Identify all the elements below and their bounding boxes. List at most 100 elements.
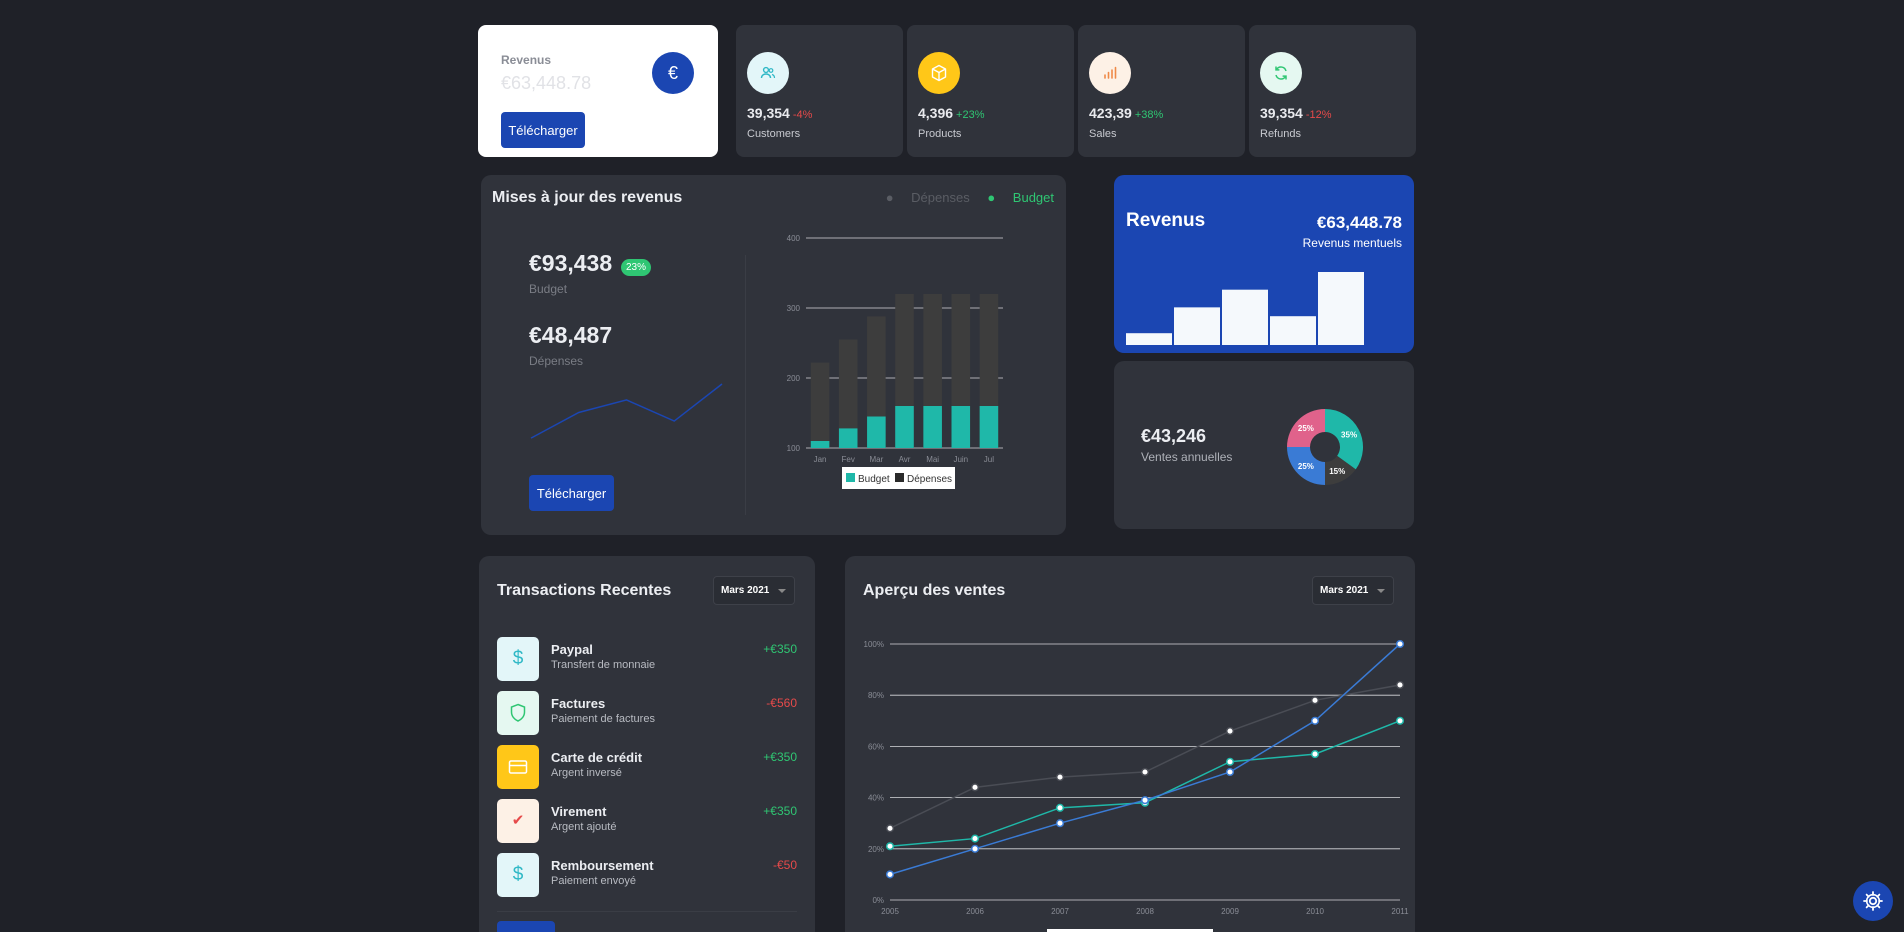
- monthly-revenue-title: Revenus: [1126, 210, 1206, 231]
- x-tick-label: 2010: [1306, 907, 1324, 916]
- series-point: [1225, 767, 1235, 777]
- y-tick-label: 300: [787, 304, 801, 313]
- transaction-item[interactable]: $ Paypal Transfert de monnaie +€350: [497, 637, 797, 681]
- revenue-updates-title: Mises à jour des revenus: [492, 189, 683, 206]
- monthly-revenue-subtitle: Revenus mentuels: [1302, 236, 1402, 250]
- check-icon: ✔: [497, 799, 539, 843]
- y-tick-label: 20%: [868, 845, 884, 854]
- series-point: [1395, 639, 1405, 649]
- series-point: [1395, 680, 1405, 690]
- transaction-name: Factures: [551, 696, 606, 711]
- stat-change: +38%: [1134, 109, 1164, 121]
- legend-label-expenses: Dépenses: [907, 474, 952, 485]
- bar-budget: [979, 406, 999, 448]
- recent-transactions-card: Transactions Recentes Mars 2021 $ Paypal…: [479, 556, 815, 932]
- transaction-item[interactable]: Carte de crédit Argent inversé +€350: [497, 745, 797, 789]
- period-select[interactable]: Mars 2021: [713, 576, 795, 605]
- revenue-bar: [1318, 272, 1364, 345]
- transaction-item[interactable]: $ Remboursement Paiement envoyé -€50: [497, 853, 797, 897]
- transaction-amount: +€350: [763, 642, 797, 656]
- series-point: [885, 842, 895, 851]
- shield-icon: [497, 691, 539, 735]
- overview-title: Aperçu des ventes: [863, 582, 1006, 599]
- dollar-icon: $: [497, 637, 539, 681]
- sparkline: [530, 383, 723, 439]
- transaction-amount: -€50: [772, 858, 797, 872]
- stat-change: +23%: [956, 109, 985, 121]
- sales-overview-card: Aperçu des ventes Mars 2021 0% 20% 40% 60% 8…: [845, 556, 1415, 932]
- series-point: [1395, 716, 1405, 725]
- y-tick-label: 80%: [868, 691, 884, 700]
- transaction-name: Remboursement: [551, 858, 654, 873]
- bar-budget: [895, 406, 914, 448]
- x-tick-label: 2006: [966, 907, 984, 916]
- stat-value: 39,354 -12%: [1260, 105, 1332, 121]
- annual-sales-label: Ventes annuelles: [1141, 450, 1233, 464]
- stat-label: Products: [918, 128, 962, 140]
- revenue-updates-card: Mises à jour des revenus ● Dépenses ● Bu…: [481, 175, 1066, 535]
- stat-label: Sales: [1089, 128, 1117, 140]
- y-tick-label: 60%: [868, 742, 884, 751]
- x-tick-label: 2007: [1051, 907, 1069, 916]
- gear-icon[interactable]: [1853, 881, 1893, 921]
- transaction-desc: Argent ajouté: [551, 821, 617, 833]
- transaction-name: Carte de crédit: [551, 750, 643, 765]
- transaction-amount: +€350: [763, 750, 797, 764]
- stat-value: 423,39 +38%: [1089, 105, 1164, 121]
- series-line: [889, 684, 1401, 829]
- y-tick-label: 200: [787, 374, 801, 383]
- x-tick-label: 2009: [1221, 907, 1239, 916]
- stat-value: 4,396 +23%: [918, 105, 985, 121]
- revenue-card: Revenus €63,448.78 € Télécharger: [478, 25, 718, 157]
- legend-swatch-expenses: [895, 473, 904, 482]
- revenue-bar-chart: 100 200 300 400 Jan Fev Mar Avr Mai Juin Jul Budget…: [787, 234, 1003, 489]
- donut-label: 25%: [1298, 462, 1314, 471]
- revenue-bar: [1174, 307, 1220, 345]
- x-tick-label: Mai: [926, 455, 939, 464]
- budget-value: €93,438: [529, 250, 613, 276]
- series-point: [1310, 750, 1320, 759]
- revenue-bar: [1270, 316, 1316, 345]
- legend-item-expenses[interactable]: ● Dépenses: [886, 190, 970, 205]
- divider: [497, 911, 797, 912]
- x-tick-label: 2008: [1136, 907, 1154, 916]
- transaction-item[interactable]: Factures Paiement de factures -€560: [497, 691, 797, 735]
- transaction-name: Virement: [551, 804, 607, 819]
- revenue-bar: [1126, 333, 1172, 345]
- bar-budget: [923, 406, 942, 448]
- monthly-revenue-chart: [1126, 272, 1364, 345]
- stat-card-sales: 423,39 +38% Sales: [1078, 25, 1245, 157]
- download-button[interactable]: Télécharger: [529, 475, 614, 511]
- bar-legend: Budget Dépenses: [842, 467, 955, 489]
- dollar-icon: $: [497, 853, 539, 897]
- period-select[interactable]: Mars 2021: [1312, 576, 1394, 605]
- view-all-button[interactable]: [497, 921, 555, 932]
- x-tick-label: 2011: [1391, 907, 1409, 916]
- transaction-desc: Paiement de factures: [551, 713, 655, 725]
- bar-budget: [810, 441, 830, 448]
- stat-card-customers: 39,354 -4% Customers: [736, 25, 903, 157]
- transaction-item[interactable]: ✔ Virement Argent ajouté +€350: [497, 799, 797, 843]
- bar-budget: [867, 416, 886, 448]
- chevron-down-icon: [1377, 589, 1385, 593]
- stat-change: -4%: [792, 109, 813, 121]
- x-tick-label: Mar: [869, 455, 883, 464]
- stat-card-products: 4,396 +23% Products: [907, 25, 1074, 157]
- users-icon: [747, 52, 789, 94]
- x-tick-label: 2005: [881, 907, 899, 916]
- budget-badge: 23%: [621, 259, 652, 276]
- x-tick-label: Jul: [984, 455, 994, 464]
- legend-item-budget[interactable]: ● Budget: [987, 190, 1054, 205]
- stat-value: 39,354 -4%: [747, 105, 813, 121]
- series-point: [885, 870, 895, 879]
- series-point: [1055, 773, 1065, 782]
- divider: [745, 255, 746, 515]
- download-button[interactable]: Télécharger: [501, 112, 585, 148]
- expenses-label: Dépenses: [529, 354, 584, 368]
- credit-card-icon: [497, 745, 539, 789]
- sales-overview-chart: 0% 20% 40% 60% 80% 100% 2005 2006 2007 2008 2009 20…: [864, 639, 1409, 932]
- transaction-amount: +€350: [763, 804, 797, 818]
- stat-label: Refunds: [1260, 128, 1301, 140]
- series-point: [970, 783, 980, 792]
- stat-change: -12%: [1305, 109, 1332, 121]
